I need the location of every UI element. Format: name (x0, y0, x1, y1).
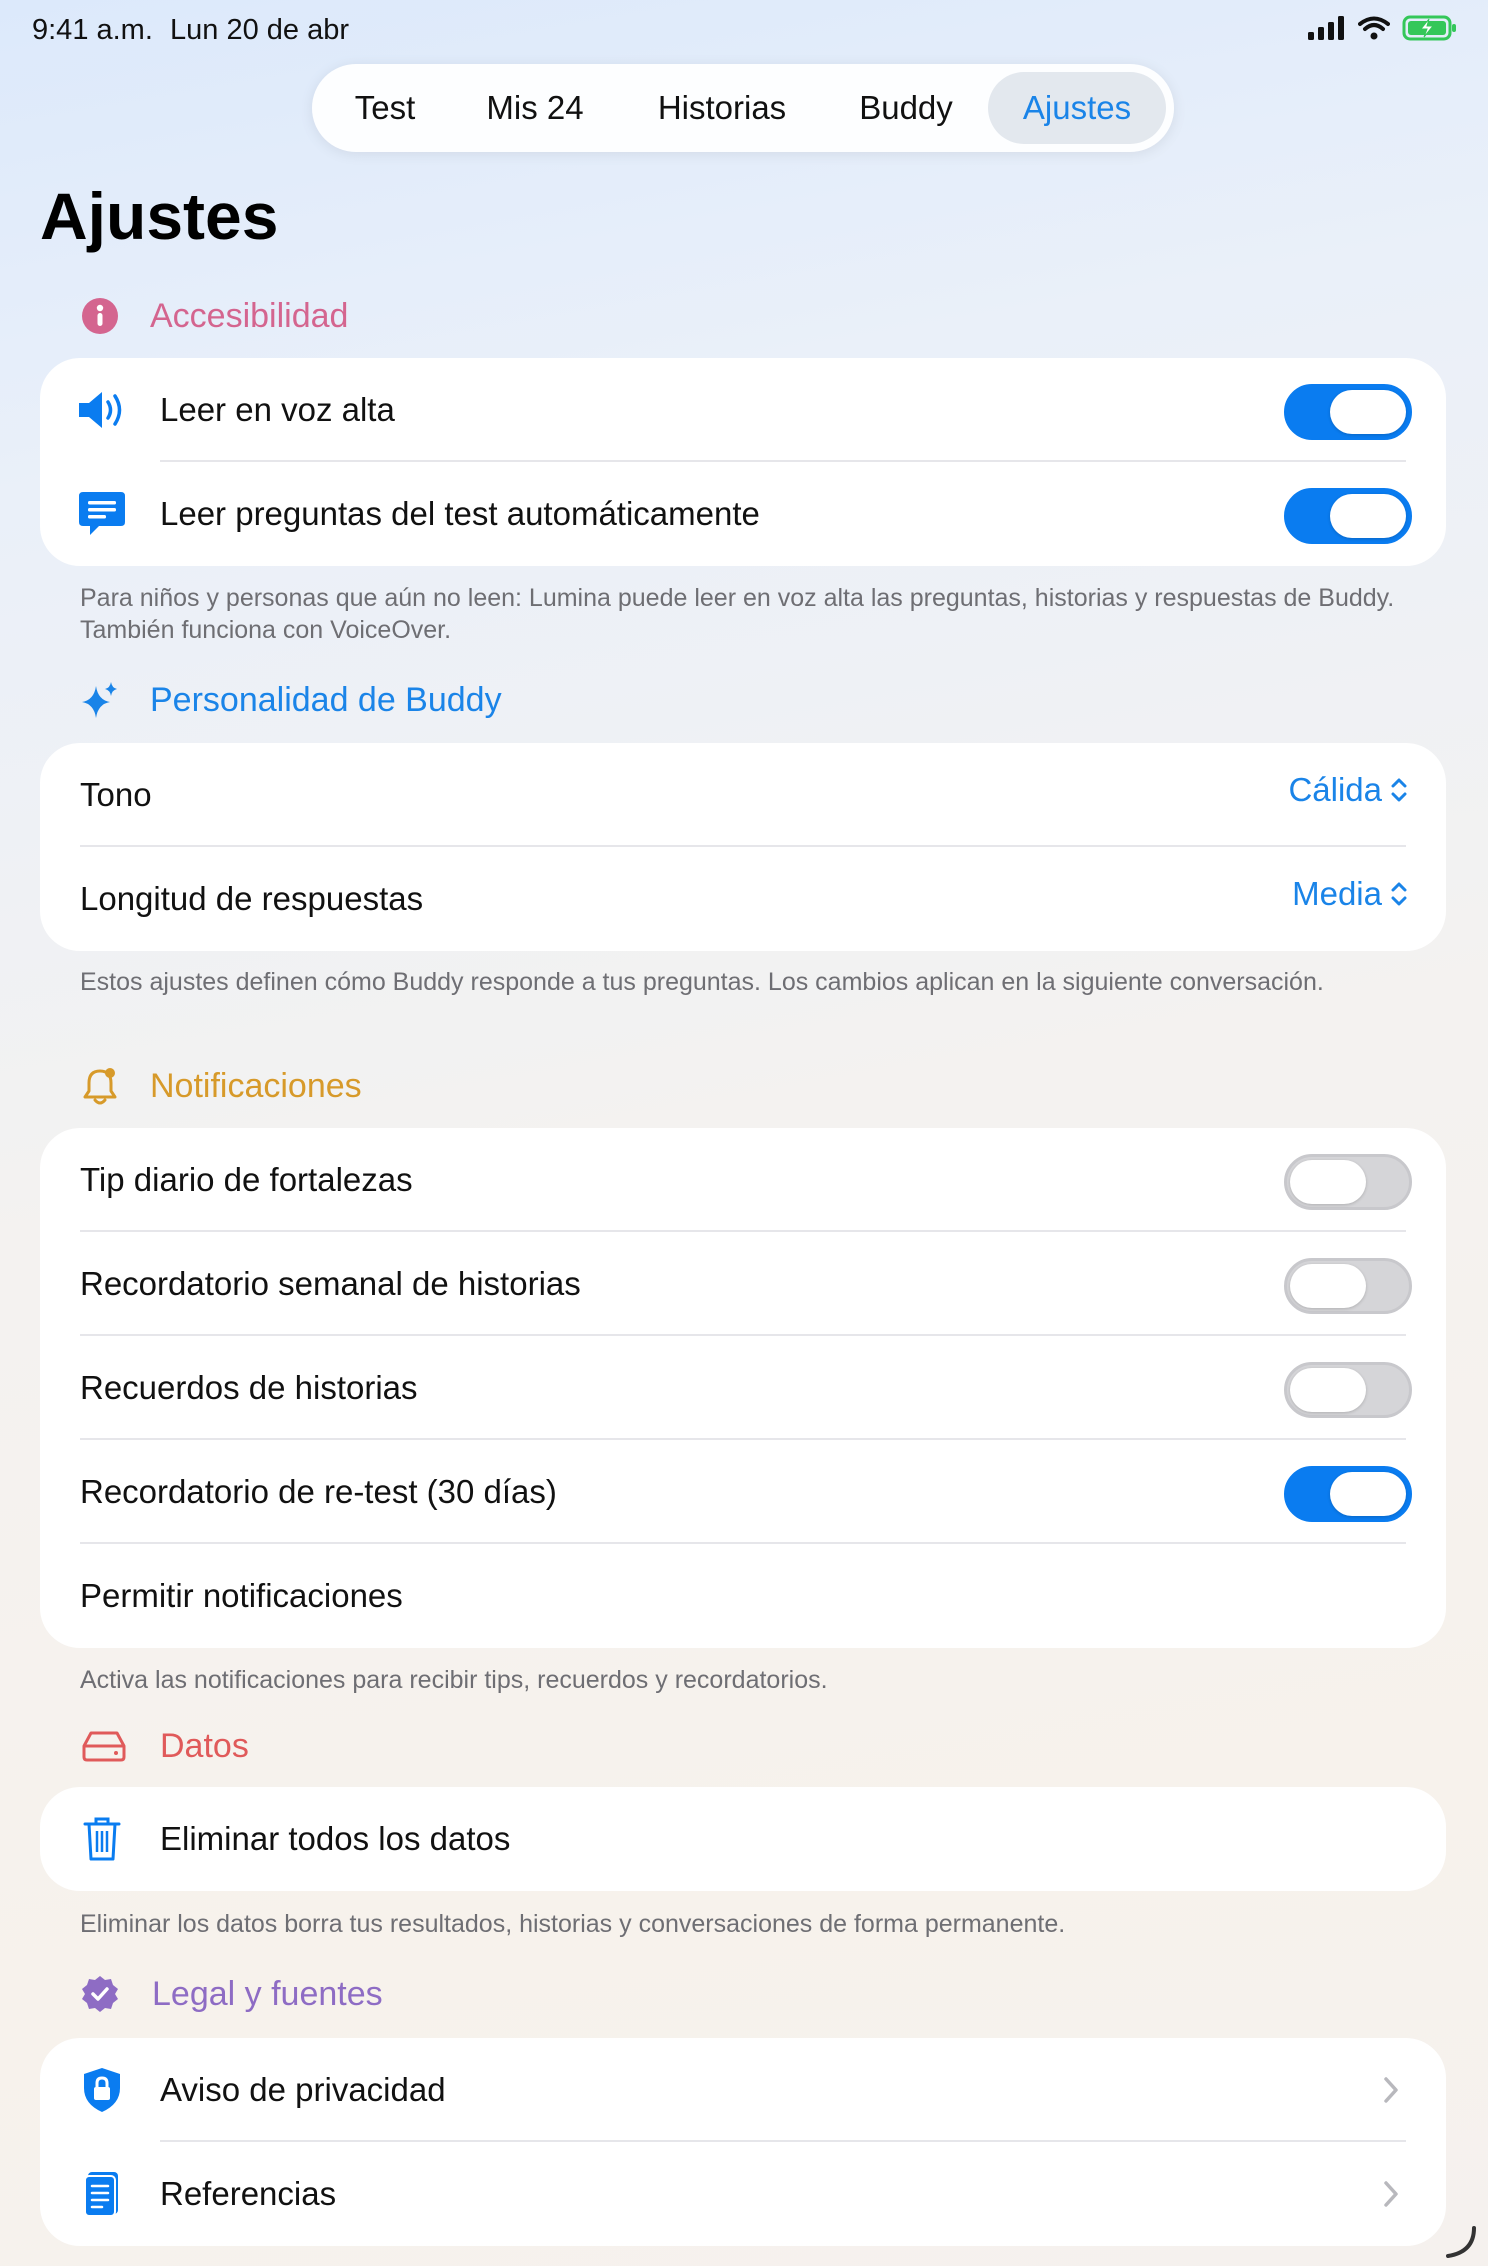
notifications-card: Tip diario de fortalezas Recordatorio se… (40, 1128, 1446, 1648)
response-length-value: Media (1292, 875, 1382, 912)
data-footnote: Eliminar los datos borra tus resultados,… (80, 1910, 1066, 1938)
daily-tip-toggle[interactable] (1284, 1154, 1412, 1210)
privacy-notice-row[interactable]: Aviso de privacidad (40, 2038, 1446, 2142)
toggle-knob (1290, 1264, 1366, 1308)
section-title: Notificaciones (150, 1066, 362, 1105)
allow-notifications-row[interactable]: Permitir notificaciones (40, 1544, 1446, 1648)
delete-all-data-row[interactable]: Eliminar todos los datos (40, 1787, 1446, 1891)
auto-read-questions-row: Leer preguntas del test automáticamente (40, 462, 1446, 566)
accessibility-footnote: Para niños y personas que aún no leen: L… (80, 584, 1395, 644)
chevron-up-down-icon (1391, 778, 1407, 802)
retest-reminder-label: Recordatorio de re-test (30 días) (80, 1473, 557, 1510)
wifi-icon (1358, 16, 1390, 40)
auto-read-questions-label: Leer preguntas del test automáticamente (160, 495, 760, 532)
weekly-reminder-label: Recordatorio semanal de historias (80, 1265, 581, 1302)
toggle-knob (1290, 1368, 1366, 1412)
privacy-notice-label: Aviso de privacidad (160, 2071, 446, 2108)
toggle-knob (1330, 1472, 1406, 1516)
retest-reminder-row: Recordatorio de re-test (30 días) (40, 1440, 1446, 1544)
daily-tip-label: Tip diario de fortalezas (80, 1161, 413, 1198)
chevron-right-icon (1384, 2181, 1398, 2207)
response-length-label: Longitud de respuestas (80, 880, 424, 917)
data-card: Eliminar todos los datos (40, 1787, 1446, 1891)
response-length-row: Longitud de respuestas Media (40, 847, 1446, 951)
bell-icon (80, 1066, 120, 1106)
weekly-reminder-row: Recordatorio semanal de historias (40, 1232, 1446, 1336)
checkmark-seal-icon (80, 1974, 120, 2014)
daily-tip-row: Tip diario de fortalezas (40, 1128, 1446, 1232)
resize-handle-icon[interactable] (1442, 2224, 1478, 2260)
status-icons (1308, 14, 1458, 42)
section-title: Datos (160, 1726, 249, 1765)
allow-notifications-button[interactable]: Permitir notificaciones (80, 1577, 403, 1615)
trash-icon (76, 1813, 128, 1865)
delete-all-data-button[interactable]: Eliminar todos los datos (160, 1820, 510, 1858)
page-title: Ajustes (40, 179, 279, 253)
tab-test[interactable]: Test (320, 72, 450, 144)
story-memories-label: Recuerdos de historias (80, 1369, 418, 1406)
tone-label: Tono (80, 776, 152, 813)
battery-charging-icon (1402, 15, 1456, 41)
tab-historias[interactable]: Historias (620, 72, 824, 144)
references-row[interactable]: Referencias (40, 2142, 1446, 2246)
tab-mis-24[interactable]: Mis 24 (450, 72, 620, 144)
personality-footnote: Estos ajustes definen cómo Buddy respond… (80, 968, 1324, 996)
section-header-legal: Legal y fuentes (80, 1974, 383, 2014)
read-aloud-row: Leer en voz alta (40, 358, 1446, 462)
tab-bar: Test Mis 24 Historias Buddy Ajustes (312, 64, 1174, 152)
retest-reminder-toggle[interactable] (1284, 1466, 1412, 1522)
sparkles-icon (80, 680, 120, 720)
section-title: Legal y fuentes (152, 1974, 383, 2013)
section-header-notifications: Notificaciones (80, 1066, 362, 1106)
speaker-icon (76, 384, 128, 436)
tab-buddy[interactable]: Buddy (824, 72, 988, 144)
chevron-up-down-icon (1391, 882, 1407, 906)
accessibility-icon (80, 296, 120, 336)
toggle-knob (1290, 1160, 1366, 1204)
cellular-signal-icon (1308, 16, 1344, 40)
toggle-knob (1330, 494, 1406, 538)
story-memories-row: Recuerdos de historias (40, 1336, 1446, 1440)
weekly-reminder-toggle[interactable] (1284, 1258, 1412, 1314)
section-title: Accesibilidad (150, 296, 349, 335)
document-icon (76, 2168, 128, 2220)
message-icon (76, 488, 128, 540)
references-label: Referencias (160, 2175, 337, 2212)
accessibility-card: Leer en voz alta Leer preguntas del test… (40, 358, 1446, 566)
section-header-data: Datos (80, 1726, 249, 1766)
status-time: 9:41 a.m. (32, 14, 153, 46)
notifications-footnote: Activa las notificaciones para recibir t… (80, 1666, 828, 1694)
auto-read-questions-toggle[interactable] (1284, 488, 1412, 544)
legal-card: Aviso de privacidad Referencias (40, 2038, 1446, 2246)
story-memories-toggle[interactable] (1284, 1362, 1412, 1418)
tone-picker[interactable]: Cálida (1288, 771, 1408, 809)
status-bar: 9:41 a.m. Lun 20 de abr (0, 0, 1488, 64)
section-header-personality: Personalidad de Buddy (80, 680, 502, 720)
response-length-picker[interactable]: Media (1292, 875, 1408, 913)
chevron-right-icon (1384, 2077, 1398, 2103)
read-aloud-label: Leer en voz alta (160, 391, 395, 428)
shield-lock-icon (76, 2064, 128, 2116)
tone-value: Cálida (1288, 771, 1382, 808)
read-aloud-toggle[interactable] (1284, 384, 1412, 440)
toggle-knob (1330, 390, 1406, 434)
tab-ajustes[interactable]: Ajustes (988, 72, 1166, 144)
section-header-accessibility: Accesibilidad (80, 296, 348, 336)
tone-row: Tono Cálida (40, 743, 1446, 847)
drive-icon (80, 1726, 128, 1766)
section-title: Personalidad de Buddy (150, 680, 502, 719)
personality-card: Tono Cálida Longitud de respuestas Media (40, 743, 1446, 951)
status-date: Lun 20 de abr (170, 14, 349, 46)
